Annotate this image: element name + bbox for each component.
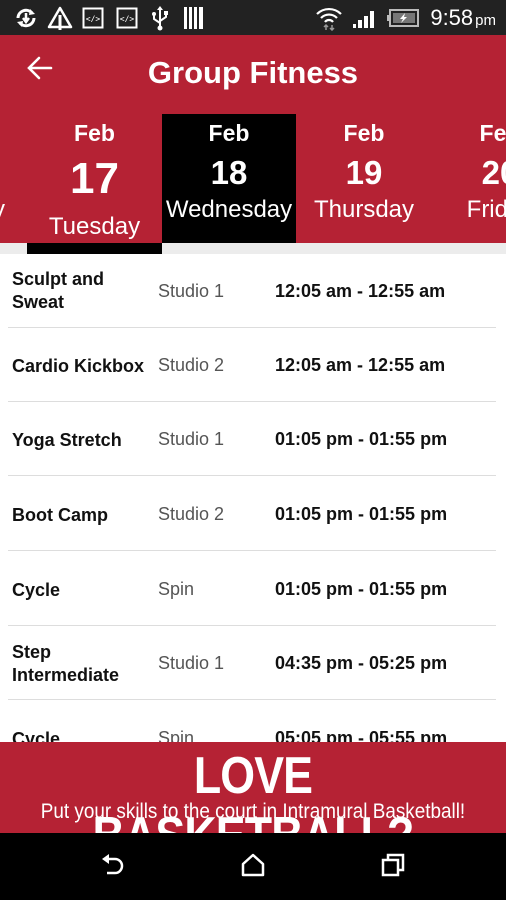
class-row[interactable]: Cycle Spin 01:05 pm - 01:55 pm	[0, 552, 506, 626]
tab-indicator	[27, 243, 162, 254]
day-tabs: y Feb 17 Tuesday Feb 18 Wednesday Feb 19…	[0, 114, 506, 243]
day-tab-day: 18	[210, 154, 248, 191]
class-time: 01:05 pm - 01:55 pm	[275, 579, 448, 599]
class-location: Studio 1	[158, 653, 225, 673]
day-tab-day: 20	[481, 154, 506, 191]
row-divider	[8, 475, 496, 476]
page-title: Group Fitness	[147, 55, 359, 90]
code-icon: </>	[114, 6, 140, 30]
class-location: Studio 1	[158, 281, 225, 301]
home-icon	[241, 853, 265, 877]
ad-subtext: Put your skills to the court in Intramur…	[40, 800, 466, 823]
class-location: Studio 1	[158, 429, 225, 449]
svg-text:</>: </>	[120, 15, 135, 24]
day-tab-weekday: Thursday	[313, 196, 415, 223]
nav-recents-button[interactable]	[368, 845, 418, 885]
day-tab-weekday: Friday	[466, 196, 506, 223]
class-name: Cycle	[12, 729, 61, 742]
status-clock: 9:58 pm	[430, 5, 496, 31]
usb-icon	[148, 6, 172, 31]
class-location: Studio 2	[158, 355, 225, 375]
class-location: Studio 2	[158, 504, 225, 524]
recents-icon	[381, 853, 405, 877]
code-icon: </>	[80, 6, 106, 30]
alert-icon	[46, 6, 74, 30]
day-tab-month: Feb	[343, 120, 385, 146]
svg-text:</>: </>	[86, 15, 101, 24]
barcode-icon	[183, 6, 205, 30]
day-tab-month: Feb	[74, 120, 115, 146]
day-tab-weekday: Tuesday	[48, 213, 141, 240]
class-name: Cycle	[12, 580, 61, 600]
row-divider	[8, 550, 496, 551]
class-name: Yoga Stretch	[12, 430, 122, 450]
class-name: Sculpt and Sweat	[12, 269, 105, 312]
class-row[interactable]: Sculpt and Sweat Studio 1 12:05 am - 12:…	[0, 254, 506, 328]
class-time: 12:05 am - 12:55 am	[275, 281, 446, 301]
system-nav-bar	[0, 833, 506, 900]
day-tab-day: 19	[345, 154, 383, 191]
clock-ampm: pm	[475, 12, 496, 29]
wifi-icon	[314, 6, 344, 31]
class-row[interactable]: Step Intermediate Studio 1 04:35 pm - 05…	[0, 626, 506, 700]
class-list[interactable]: Sculpt and Sweat Studio 1 12:05 am - 12:…	[0, 254, 506, 742]
day-tab-month: Feb	[208, 120, 250, 146]
class-row[interactable]: Cardio Kickbox Studio 2 12:05 am - 12:55…	[0, 328, 506, 402]
day-tab-monday[interactable]: y	[0, 114, 10, 243]
class-time: 12:05 am - 12:55 am	[275, 355, 446, 375]
class-time: 01:05 pm - 01:55 pm	[275, 429, 448, 449]
nav-home-button[interactable]	[228, 845, 278, 885]
day-tab-feb-20[interactable]: Feb 20 Friday	[432, 114, 506, 243]
class-name: Cardio Kickbox	[12, 356, 145, 376]
class-time: 05:05 pm - 05:55 pm	[275, 728, 448, 742]
class-time: 01:05 pm - 01:55 pm	[275, 504, 448, 524]
app-bar: Group Fitness y Feb 17 Tuesday Feb 18 We…	[0, 35, 506, 243]
day-tab-weekday: Wednesday	[165, 196, 293, 223]
sync-icon	[12, 6, 40, 30]
ad-banner[interactable]: LOVE BASKETBALL? Put your skills to the …	[0, 742, 506, 865]
status-bar: </> </> 9:58 pm	[0, 0, 506, 35]
class-time: 04:35 pm - 05:25 pm	[275, 653, 448, 673]
clock-time: 9:58	[430, 5, 474, 30]
day-tab-month: Feb	[479, 120, 506, 146]
battery-charging-icon	[386, 6, 420, 30]
class-name: Boot Camp	[12, 505, 108, 525]
class-location: Spin	[158, 728, 195, 742]
day-tab-feb-17[interactable]: Feb 17 Tuesday	[27, 114, 162, 243]
class-row[interactable]: Cycle Spin 05:05 pm - 05:55 pm	[0, 701, 506, 742]
signal-icon	[350, 6, 380, 30]
day-tab-feb-18[interactable]: Feb 18 Wednesday	[162, 114, 296, 243]
row-divider	[8, 699, 496, 700]
back-icon	[102, 854, 124, 875]
class-name: Step Intermediate	[12, 642, 120, 685]
class-row[interactable]: Boot Camp Studio 2 01:05 pm - 01:55 pm	[0, 477, 506, 551]
nav-back-button[interactable]	[88, 845, 138, 885]
day-tab-day: 17	[70, 154, 119, 203]
day-tab-weekday: y	[0, 196, 10, 224]
class-row[interactable]: Yoga Stretch Studio 1 01:05 pm - 01:55 p…	[0, 402, 506, 476]
day-tab-feb-19[interactable]: Feb 19 Thursday	[296, 114, 432, 243]
class-location: Spin	[158, 579, 195, 599]
